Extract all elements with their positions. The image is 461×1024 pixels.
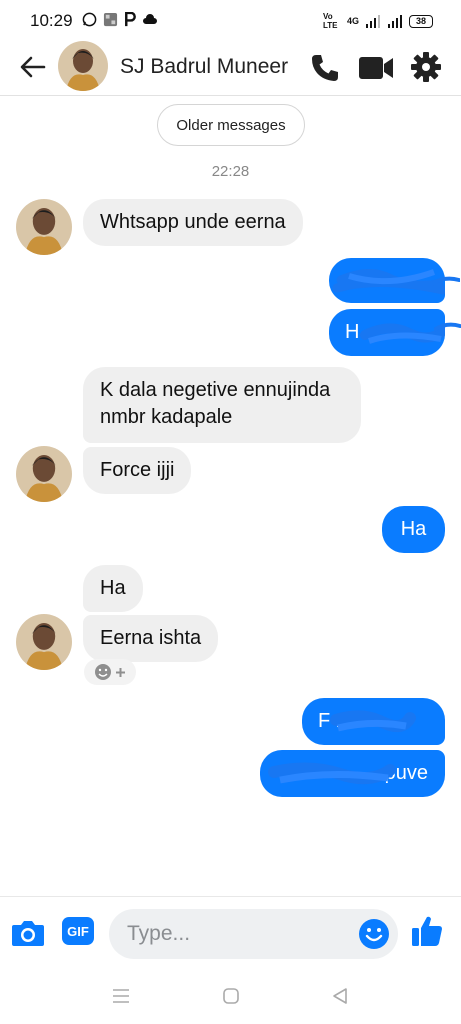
sender-avatar[interactable]: [16, 614, 72, 670]
outgoing-message-text: F ne: [318, 710, 359, 732]
message-composer: GIF: [0, 896, 461, 970]
gallery-icon: [103, 12, 118, 27]
outgoing-message-text: puve: [384, 762, 428, 784]
redaction-scribble-tail: [432, 320, 461, 338]
outgoing-message[interactable]: puve: [260, 750, 445, 797]
volte-label: Vo LTE: [322, 12, 338, 30]
whatsapp-icon: [82, 12, 97, 27]
conversation-header: SJ Badrul Muneer: [0, 40, 461, 96]
back-triangle-icon[interactable]: [331, 987, 349, 1005]
gif-button[interactable]: GIF: [62, 917, 94, 945]
status-bar: 10:29 Vo LTE 4G 38: [0, 0, 461, 40]
contact-name[interactable]: SJ Badrul Muneer: [120, 55, 288, 79]
sender-avatar[interactable]: [16, 199, 72, 255]
paytm-icon: [125, 12, 136, 27]
incoming-message[interactable]: Ha: [83, 565, 143, 612]
emoji-icon[interactable]: [358, 918, 390, 950]
back-arrow-icon[interactable]: [18, 52, 48, 82]
message-input[interactable]: [109, 909, 398, 959]
outgoing-message-text: W__ and: [346, 270, 427, 292]
camera-icon[interactable]: [11, 919, 45, 947]
outgoing-message[interactable]: W__ and: [329, 258, 445, 303]
contact-avatar[interactable]: [58, 41, 108, 91]
redaction-scribble-tail: [430, 272, 461, 290]
system-indicators: Vo LTE 4G 38: [323, 12, 433, 30]
home-icon[interactable]: [222, 987, 240, 1005]
notification-icons: [82, 12, 158, 27]
video-camera-icon[interactable]: [358, 54, 394, 82]
battery-level: 38: [415, 16, 426, 26]
status-time: 10:29: [30, 11, 73, 30]
redacted-visible-fragment: H: [345, 321, 360, 343]
smiley-icon: [95, 664, 111, 680]
message-timestamp: 22:28: [211, 163, 250, 180]
gear-icon[interactable]: [410, 51, 442, 83]
sender-avatar[interactable]: [16, 446, 72, 502]
incoming-message[interactable]: Whtsapp unde eerna: [83, 199, 303, 246]
cloud-icon: [143, 14, 157, 24]
outgoing-message[interactable]: Ha: [382, 506, 445, 553]
plus-icon: [116, 667, 125, 677]
system-navigation-bar: [0, 970, 461, 1024]
battery-indicator: 38: [409, 14, 433, 28]
incoming-message[interactable]: K dala negetive ennujinda nmbr kadapale: [83, 367, 361, 443]
outgoing-message[interactable]: Ha_ _ a H: [329, 309, 445, 356]
signal-icon-2: [388, 14, 402, 28]
menu-icon[interactable]: [111, 988, 131, 1004]
add-reaction-button[interactable]: [84, 659, 136, 685]
phone-icon[interactable]: [309, 52, 341, 84]
older-messages-button[interactable]: Older messages: [157, 104, 305, 146]
network-label: 4G: [346, 16, 359, 26]
incoming-message[interactable]: Eerna ishta: [83, 615, 219, 662]
signal-icon-1: [366, 14, 380, 28]
outgoing-message[interactable]: F ne: [302, 698, 445, 745]
incoming-message[interactable]: Force ijji: [83, 447, 192, 494]
thumbs-up-icon[interactable]: [410, 914, 444, 948]
